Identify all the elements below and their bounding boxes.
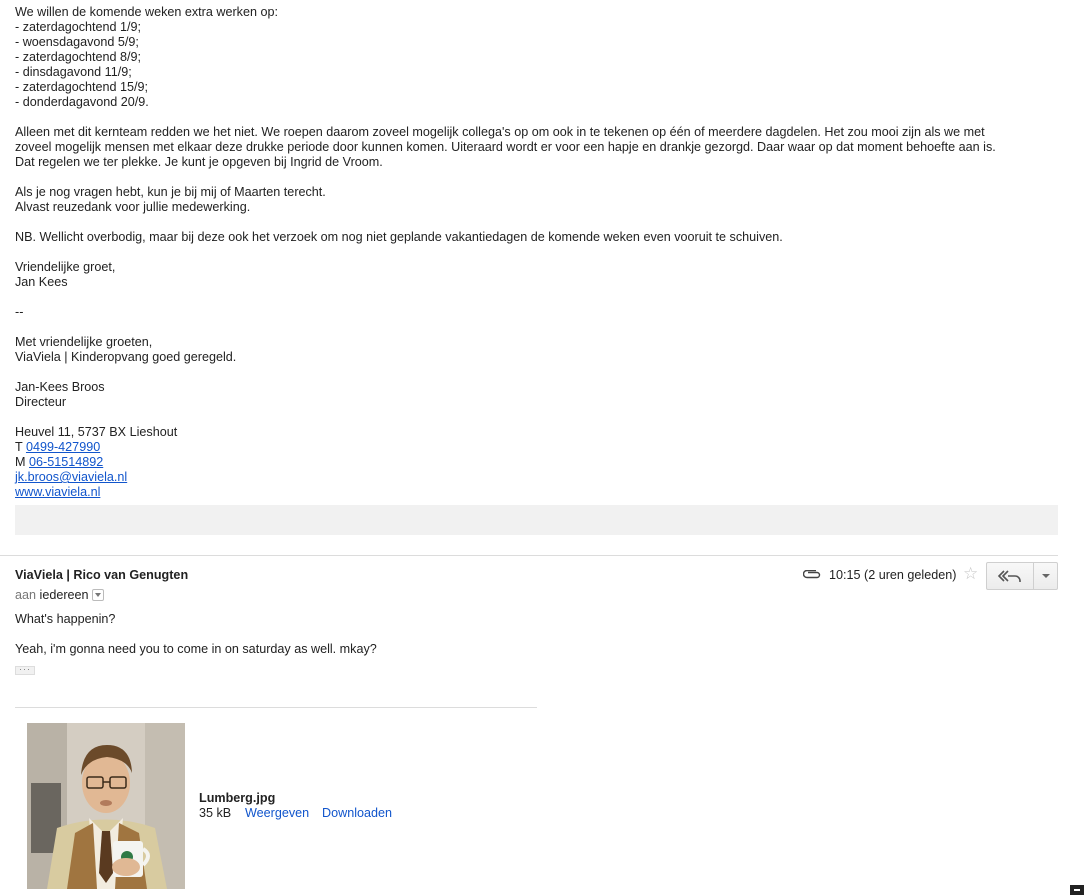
thanks-line: Alvast reuzedank voor jullie medewerking… — [15, 200, 251, 214]
message-time: 10:15 (2 uren geleden) — [829, 568, 957, 582]
mobile-label: M — [15, 455, 26, 469]
greeting-name: Jan Kees — [15, 275, 68, 289]
email-link[interactable]: jk.broos@viaviela.nl — [15, 470, 127, 484]
recipients-line: aan iedereen — [15, 588, 104, 603]
phone-link[interactable]: 0499-427990 — [26, 440, 100, 454]
show-trimmed-content-button[interactable]: ··· — [15, 665, 35, 675]
signature-name: Jan-Kees Broos — [15, 380, 105, 394]
nb-line: NB. Wellicht overbodig, maar bij deze oo… — [15, 230, 783, 244]
star-icon[interactable]: ☆ — [963, 565, 978, 583]
signature-closing: Met vriendelijke groeten, — [15, 335, 153, 349]
signature-web-row: www.viaviela.nl — [15, 485, 100, 500]
signature-company: ViaViela | Kinderopvang goed geregeld. — [15, 350, 237, 364]
reply-button[interactable] — [986, 562, 1034, 590]
signature-email-row: jk.broos@viaviela.nl — [15, 470, 127, 485]
scroll-corner[interactable] — [1070, 885, 1084, 895]
quoted-line: - zaterdagochtend 8/9; — [15, 50, 142, 64]
quoted-line: - zaterdagochtend 1/9; — [15, 20, 142, 34]
mobile-link[interactable]: 06-51514892 — [29, 455, 103, 469]
quoted-paragraph-line: Alleen met dit kernteam redden we het ni… — [15, 125, 985, 139]
quoted-line: - dinsdagavond 11/9; — [15, 65, 132, 79]
paperclip-icon — [803, 570, 821, 579]
to-prefix: aan — [15, 588, 37, 602]
website-link[interactable]: www.viaviela.nl — [15, 485, 100, 499]
quoted-paragraph-line: zoveel mogelijk mensen met elkaar deze d… — [15, 140, 996, 154]
quoted-paragraph-line: Dat regelen we ter plekke. Je kunt je op… — [15, 155, 383, 169]
signature-title: Directeur — [15, 395, 67, 409]
recipients: iedereen — [39, 588, 89, 602]
signature-separator: -- — [15, 305, 24, 319]
reply-body-line: What's happenin? — [15, 612, 116, 626]
questions-line: Als je nog vragen hebt, kun je bij mij o… — [15, 185, 326, 199]
quoted-line: - zaterdagochtend 15/9; — [15, 80, 149, 94]
quoted-line: We willen de komende weken extra werken … — [15, 5, 278, 19]
phone-label: T — [15, 440, 23, 454]
view-attachment-link[interactable]: Weergeven — [245, 806, 309, 821]
attachment-thumbnail[interactable] — [27, 723, 185, 889]
signature-phone-row: T 0499-427990 — [15, 440, 100, 455]
quoted-line: - donderdagavond 20/9. — [15, 95, 149, 109]
signature-address: Heuvel 11, 5737 BX Lieshout — [15, 425, 178, 439]
attachment-divider — [15, 707, 537, 708]
signature-mobile-row: M 06-51514892 — [15, 455, 103, 470]
attachment-filename: Lumberg.jpg — [199, 791, 276, 805]
more-options-button[interactable] — [1033, 562, 1058, 590]
reply-body-line: Yeah, i'm gonna need you to come in on s… — [15, 642, 377, 656]
sender-name[interactable]: ViaViela | Rico van Genugten — [15, 568, 188, 583]
attachment-image — [27, 723, 185, 889]
signature-footer-bar — [15, 505, 1058, 535]
quoted-line: - woensdagavond 5/9; — [15, 35, 139, 49]
greeting: Vriendelijke groet, — [15, 260, 116, 274]
message-divider — [0, 555, 1058, 556]
download-attachment-link[interactable]: Downloaden — [322, 806, 392, 821]
reply-icon — [997, 570, 1021, 582]
attachment-size: 35 kB — [199, 806, 232, 820]
details-dropdown-icon[interactable] — [91, 589, 104, 601]
